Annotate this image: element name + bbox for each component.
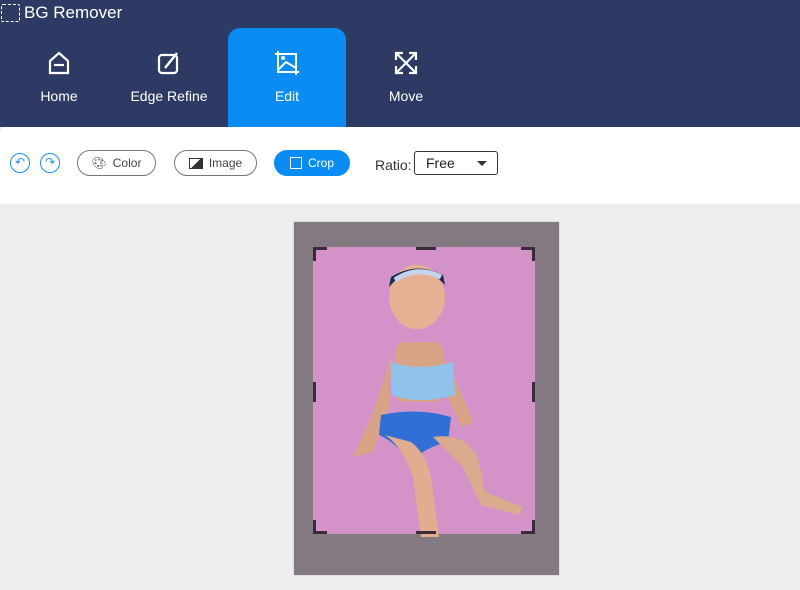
ratio-select[interactable]: Free: [414, 151, 498, 175]
palette-icon: 🎨︎: [91, 156, 107, 170]
color-button[interactable]: 🎨︎ Color: [77, 150, 156, 176]
tab-edge-refine[interactable]: Edge Refine: [110, 28, 228, 127]
home-icon: [48, 51, 70, 75]
crop-icon: [289, 157, 302, 169]
undo-button[interactable]: ↶: [10, 153, 30, 173]
image-edit-icon: [275, 51, 299, 75]
image-canvas: [294, 222, 559, 575]
tab-move[interactable]: Move: [347, 28, 465, 127]
crop-area[interactable]: [313, 247, 535, 537]
brush-icon: [157, 52, 179, 75]
header: BG Remover Home Edge Refine Edit Move: [0, 0, 800, 127]
app-title: BG Remover: [24, 3, 123, 22]
image-button[interactable]: Image: [174, 150, 257, 176]
picture-icon: [188, 157, 203, 169]
move-icon: [394, 51, 418, 75]
tab-edit[interactable]: Edit: [228, 28, 346, 127]
redo-button[interactable]: ↷: [40, 153, 60, 173]
app-logo-icon: [1, 4, 20, 22]
ratio-label: Ratio:: [375, 157, 412, 173]
chevron-down-icon: [477, 161, 487, 166]
edit-toolbar: ↶ ↷ 🎨︎ Color Image Crop Ratio: Free: [0, 127, 800, 204]
subject-image: [353, 265, 523, 537]
crop-button[interactable]: Crop: [274, 150, 350, 176]
tab-home[interactable]: Home: [0, 28, 118, 127]
